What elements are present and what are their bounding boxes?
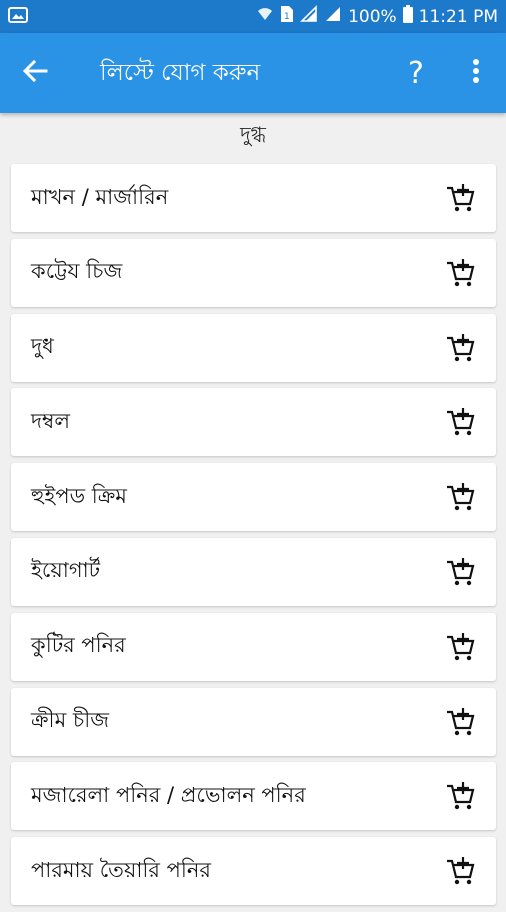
item-label: মাখন / মার্জারিন	[31, 184, 169, 209]
status-right: 1 100% 11:21 PM	[256, 5, 498, 28]
battery-icon	[402, 5, 413, 28]
add-to-cart-icon[interactable]	[442, 629, 478, 665]
item-label: হুইপড ক্রিম	[31, 483, 127, 508]
add-to-cart-icon[interactable]	[442, 479, 478, 515]
list-item[interactable]: দুধ	[11, 313, 496, 382]
item-label: দম্বল	[31, 408, 71, 433]
more-vert-icon	[472, 58, 480, 88]
status-left	[8, 6, 256, 28]
back-button[interactable]	[0, 33, 70, 113]
item-label: কট্টেয চিজ	[31, 259, 123, 284]
item-label: পারমায় তৈয়ারি পনির	[31, 857, 211, 882]
svg-text:1: 1	[284, 12, 290, 22]
status-bar: 1 100% 11:21 PM	[0, 0, 506, 33]
signal-icon-2	[324, 5, 342, 28]
item-label: ইয়োগার্ট	[31, 558, 101, 583]
gallery-icon	[8, 6, 28, 28]
list-item[interactable]: দম্বল	[11, 388, 496, 457]
add-to-cart-icon[interactable]	[442, 778, 478, 814]
list-item[interactable]: কুটির পনির	[11, 612, 496, 681]
page-title: লিস্টে যোগ করুন	[100, 59, 261, 86]
item-label: দুধ	[31, 334, 54, 359]
add-to-cart-icon[interactable]	[442, 180, 478, 216]
help-button[interactable]: ?	[386, 33, 446, 113]
item-label: ক্রীম চীজ	[31, 708, 110, 733]
overflow-menu-button[interactable]	[446, 33, 506, 113]
add-to-cart-icon[interactable]	[442, 255, 478, 291]
battery-percent: 100%	[348, 6, 397, 27]
list-item[interactable]: পারমায় তৈয়ারি পনির	[11, 837, 496, 906]
clock: 11:21 PM	[418, 6, 498, 27]
sim-icon: 1	[280, 5, 294, 28]
list-item[interactable]: কট্টেয চিজ	[11, 238, 496, 307]
add-to-cart-icon[interactable]	[442, 330, 478, 366]
app-bar: লিস্টে যোগ করুন ?	[0, 33, 506, 113]
item-label: কুটির পনির	[31, 633, 126, 658]
list-item[interactable]: ইয়োগার্ট	[11, 537, 496, 606]
item-label: মজারেলা পনির / প্রভোলন পনির	[31, 782, 306, 807]
help-icon: ?	[408, 55, 424, 91]
wifi-icon	[256, 5, 274, 28]
list-item[interactable]: হুইপড ক্রিম	[11, 463, 496, 532]
list-item[interactable]: ক্রীম চীজ	[11, 687, 496, 756]
add-to-cart-icon[interactable]	[442, 853, 478, 889]
add-to-cart-icon[interactable]	[442, 554, 478, 590]
add-to-cart-icon[interactable]	[442, 704, 478, 740]
add-to-cart-icon[interactable]	[442, 404, 478, 440]
section-title: দুগ্ধ	[240, 122, 266, 146]
arrow-left-icon	[22, 58, 48, 88]
signal-icon	[300, 5, 318, 28]
list-item[interactable]: মাখন / মার্জারিন	[11, 164, 496, 232]
list-item[interactable]: মজারেলা পনির / প্রভোলন পনির	[11, 762, 496, 831]
item-list: মাখন / মার্জারিন কট্টেয চিজ দুধ দম্বল হু…	[11, 164, 496, 912]
